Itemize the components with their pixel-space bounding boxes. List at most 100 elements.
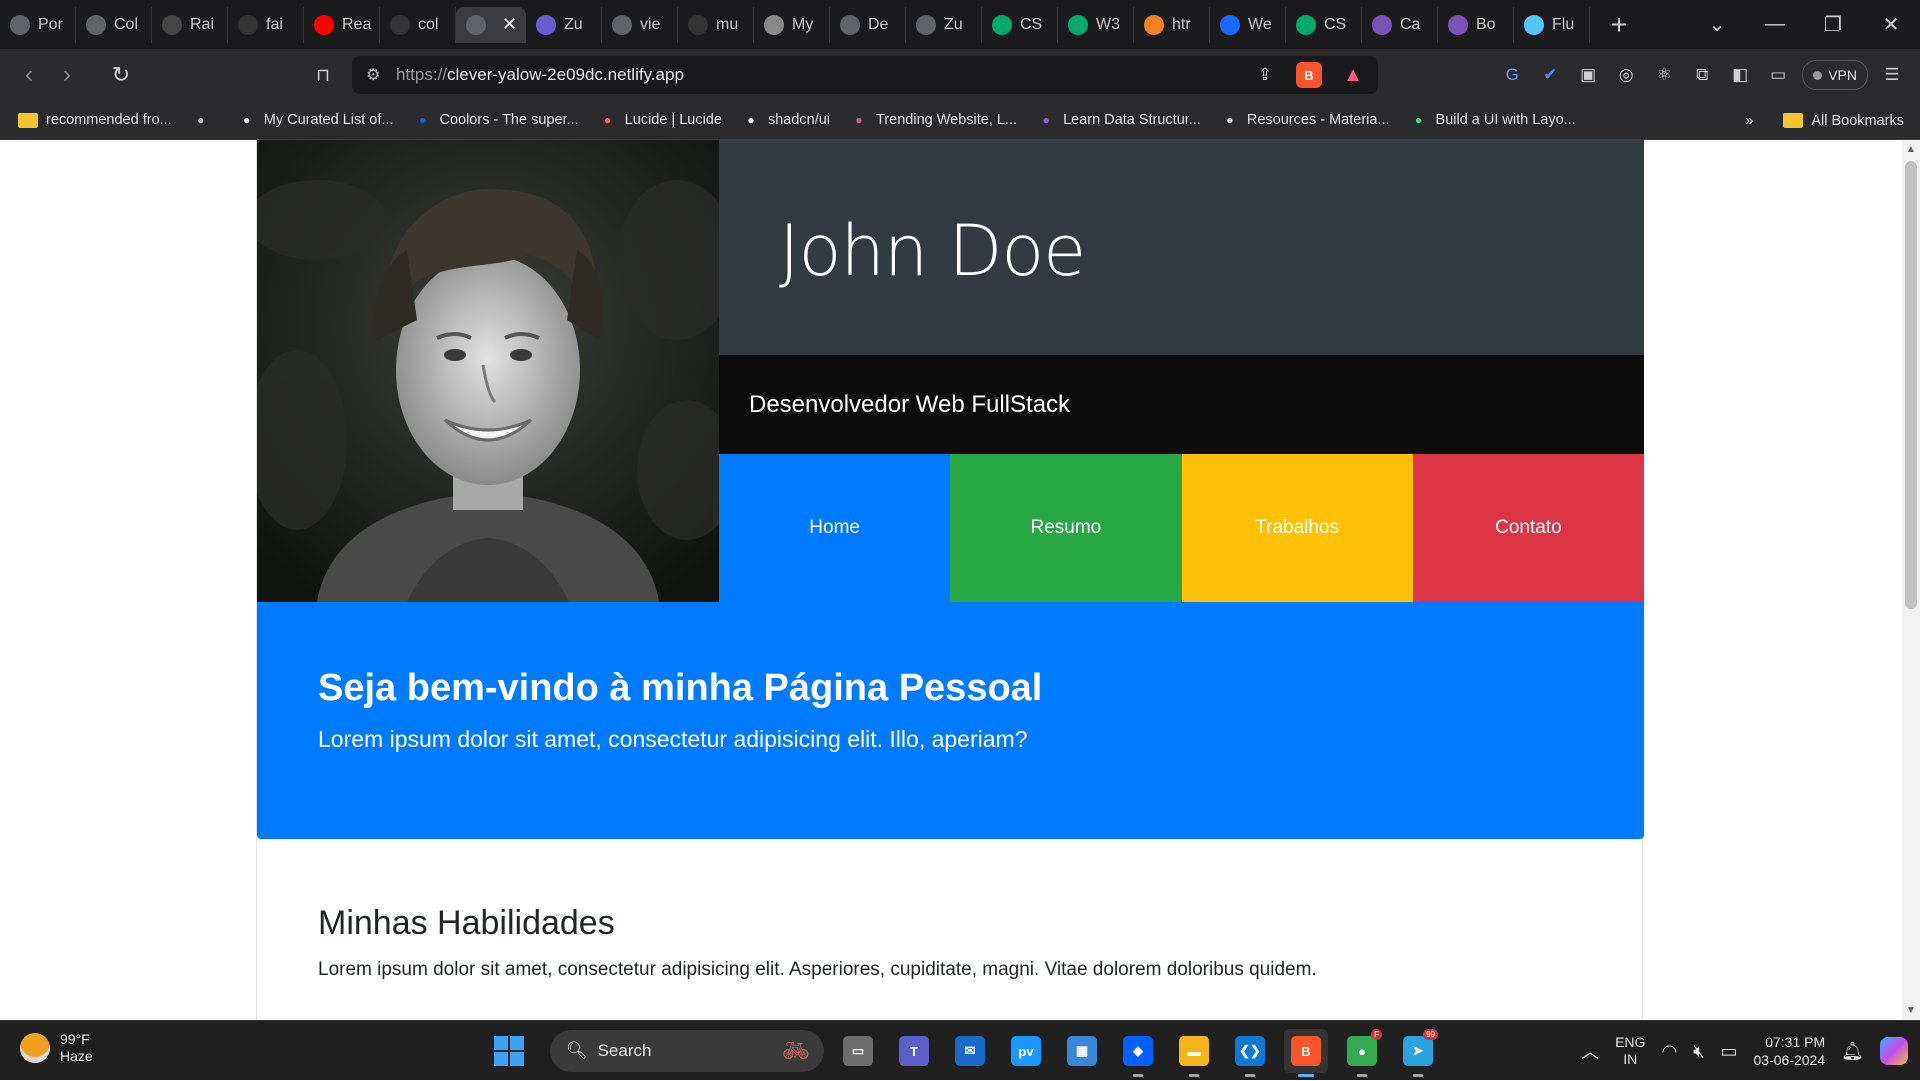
browser-tab[interactable]: ✕ (456, 6, 526, 43)
language-code: ENG (1615, 1034, 1646, 1050)
close-tab-icon[interactable]: ✕ (502, 14, 517, 35)
browser-tab[interactable]: vie (602, 6, 678, 43)
address-bar[interactable]: ⚙ https://clever-yalow-2e09dc.netlify.ap… (352, 56, 1378, 94)
browser-tab[interactable]: Flu (1514, 6, 1590, 43)
bookmark-item[interactable]: ● Resources - Materia... (1221, 112, 1389, 128)
wifi-icon[interactable]: ◠ (1661, 1041, 1677, 1062)
browser-tab[interactable]: My (754, 6, 830, 43)
taskbar-app-dropbox[interactable]: ◆ (1116, 1029, 1160, 1077)
bootstrap-icon (1372, 14, 1392, 35)
share-icon[interactable]: ⇪ (1252, 62, 1278, 88)
scroll-up-arrow-icon[interactable]: ▲ (1902, 144, 1920, 155)
taskbar-app-telegram[interactable]: ➤ 99 (1396, 1029, 1440, 1077)
back-button[interactable]: ‹ (10, 61, 48, 89)
all-bookmarks-label: All Bookmarks (1811, 112, 1904, 129)
speaker-muted-icon[interactable]: 🔇︎ (1693, 1041, 1704, 1062)
extensions-puzzle-icon[interactable]: ⧉ (1688, 61, 1716, 89)
browser-tab[interactable]: htr (1134, 6, 1210, 43)
vpn-button[interactable]: VPN (1802, 60, 1868, 90)
browser-tab[interactable]: fai (228, 6, 304, 43)
menu-item-home[interactable]: Home (719, 454, 951, 602)
browser-tab[interactable]: De (830, 6, 906, 43)
browser-tab[interactable]: CS (1286, 6, 1362, 43)
bookmark-item[interactable]: ● Build a UI with Layo... (1410, 112, 1576, 128)
vpn-status-dot (1813, 70, 1823, 80)
taskbar-app-vscode[interactable]: ❮❯ (1228, 1029, 1272, 1077)
menu-item-trabalhos[interactable]: Trabalhos (1181, 454, 1413, 602)
clock[interactable]: 07:31 PM 03-06-2024 (1754, 1033, 1826, 1069)
running-indicator (1133, 1074, 1143, 1077)
browser-tab[interactable]: mu (678, 6, 754, 43)
menu-item-contato[interactable]: Contato (1412, 454, 1644, 602)
browser-tab[interactable]: col (380, 6, 456, 43)
menu-hamburger-icon[interactable]: ☰ (1878, 61, 1906, 89)
browser-tab[interactable]: Bo (1438, 6, 1514, 43)
taskbar-search[interactable]: 🔍︎ Search 🚲︎ (550, 1030, 824, 1072)
react-devtools-icon[interactable]: ⚛ (1650, 61, 1678, 89)
battery-icon[interactable]: ▭ (1721, 1041, 1738, 1062)
page-scrollbar[interactable]: ▲ ▼ (1902, 140, 1920, 1020)
browser-tab[interactable]: Col (76, 6, 152, 43)
github-icon (688, 14, 708, 35)
show-hidden-icons-chevron-icon[interactable]: ︿ (1581, 1038, 1599, 1064)
notification-bell-icon[interactable]: 🔔︎ (1841, 1041, 1864, 1062)
new-tab-button[interactable]: + (1604, 9, 1634, 41)
language-indicator[interactable]: ENG IN (1615, 1034, 1645, 1068)
browser-tab[interactable]: Rea (304, 6, 380, 43)
minimize-button[interactable]: — (1746, 13, 1804, 36)
taskbar-app-microsoft-store[interactable]: ▦ (1060, 1029, 1104, 1073)
browser-tab[interactable]: We (1210, 6, 1286, 43)
browser-tab[interactable]: Por (0, 6, 76, 43)
browser-tab[interactable]: Zu (906, 6, 982, 43)
tab-search-chevron-icon[interactable]: ⌄ (1688, 12, 1746, 37)
taskbar-app-brave[interactable]: B (1284, 1029, 1328, 1077)
dropbox-icon: ◆ (1123, 1036, 1153, 1066)
url-text[interactable]: https://clever-yalow-2e09dc.netlify.app (396, 65, 684, 85)
weather-widget[interactable]: 99°F Haze (20, 1031, 93, 1065)
all-bookmarks-button[interactable]: All Bookmarks (1783, 113, 1904, 129)
copilot-icon[interactable] (1880, 1037, 1908, 1065)
brave-shields-icon[interactable]: B (1296, 62, 1322, 88)
site-settings-icon[interactable]: ⚙ (366, 65, 396, 85)
forward-button[interactable]: › (48, 61, 86, 89)
browser-tab[interactable]: CS (982, 6, 1058, 43)
bookmark-item[interactable]: ● Coolors - The super... (413, 112, 579, 128)
menu-item-resumo[interactable]: Resumo (950, 454, 1182, 602)
flutter-icon (1524, 14, 1544, 35)
translate-extension-icon[interactable]: G (1498, 61, 1526, 89)
taskbar-app-file-explorer[interactable]: ▬ (1172, 1029, 1216, 1077)
media-extension-icon[interactable]: ▣ (1574, 61, 1602, 89)
tab-title: De (868, 15, 889, 33)
target-extension-icon[interactable]: ◎ (1612, 61, 1640, 89)
checkmark-extension-icon[interactable]: ✔ (1536, 61, 1564, 89)
wallet-icon[interactable]: ▭ (1764, 61, 1792, 89)
bookmark-label: Lucide | Lucide (624, 112, 722, 128)
browser-tab[interactable]: Zu (526, 6, 602, 43)
taskbar-app-mail[interactable]: ✉ (948, 1029, 992, 1073)
sidebar-toggle-icon[interactable]: ◧ (1726, 61, 1754, 89)
scroll-down-arrow-icon[interactable]: ▼ (1902, 1005, 1920, 1016)
scrollbar-thumb[interactable] (1905, 161, 1917, 609)
browser-tab[interactable]: Rai (152, 6, 228, 43)
bookmark-item[interactable]: recommended fro... (18, 112, 172, 128)
reload-button[interactable]: ↻ (102, 62, 140, 88)
tab-title: Bo (1476, 15, 1496, 33)
bookmark-item[interactable]: ● shadcn/ui (742, 112, 830, 128)
taskbar-app-prime-video[interactable]: pv (1004, 1029, 1048, 1073)
taskbar-app-teams[interactable]: T (892, 1029, 936, 1073)
browser-tab[interactable]: W3 (1058, 6, 1134, 43)
brave-rewards-icon[interactable]: ▲ (1340, 62, 1366, 88)
bookmark-item[interactable]: ● (192, 112, 218, 128)
close-window-button[interactable]: ✕ (1862, 12, 1920, 37)
bookmark-item[interactable]: ● My Curated List of... (238, 112, 393, 128)
restore-button[interactable]: ❐ (1804, 12, 1862, 37)
taskbar-app-chrome[interactable]: ● F (1340, 1029, 1384, 1077)
start-button[interactable] (494, 1036, 524, 1066)
bookmark-item[interactable]: ● Learn Data Structur... (1037, 112, 1200, 128)
browser-tab[interactable]: Ca (1362, 6, 1438, 43)
bookmark-this-page-icon[interactable]: ⊓ (304, 65, 342, 86)
taskbar-app-task-view[interactable]: ▭ (836, 1029, 880, 1073)
bookmark-item[interactable]: ● Trending Website, L... (850, 112, 1017, 128)
bookmarks-overflow-button[interactable]: » (1745, 113, 1753, 129)
bookmark-item[interactable]: ● Lucide | Lucide (599, 112, 722, 128)
